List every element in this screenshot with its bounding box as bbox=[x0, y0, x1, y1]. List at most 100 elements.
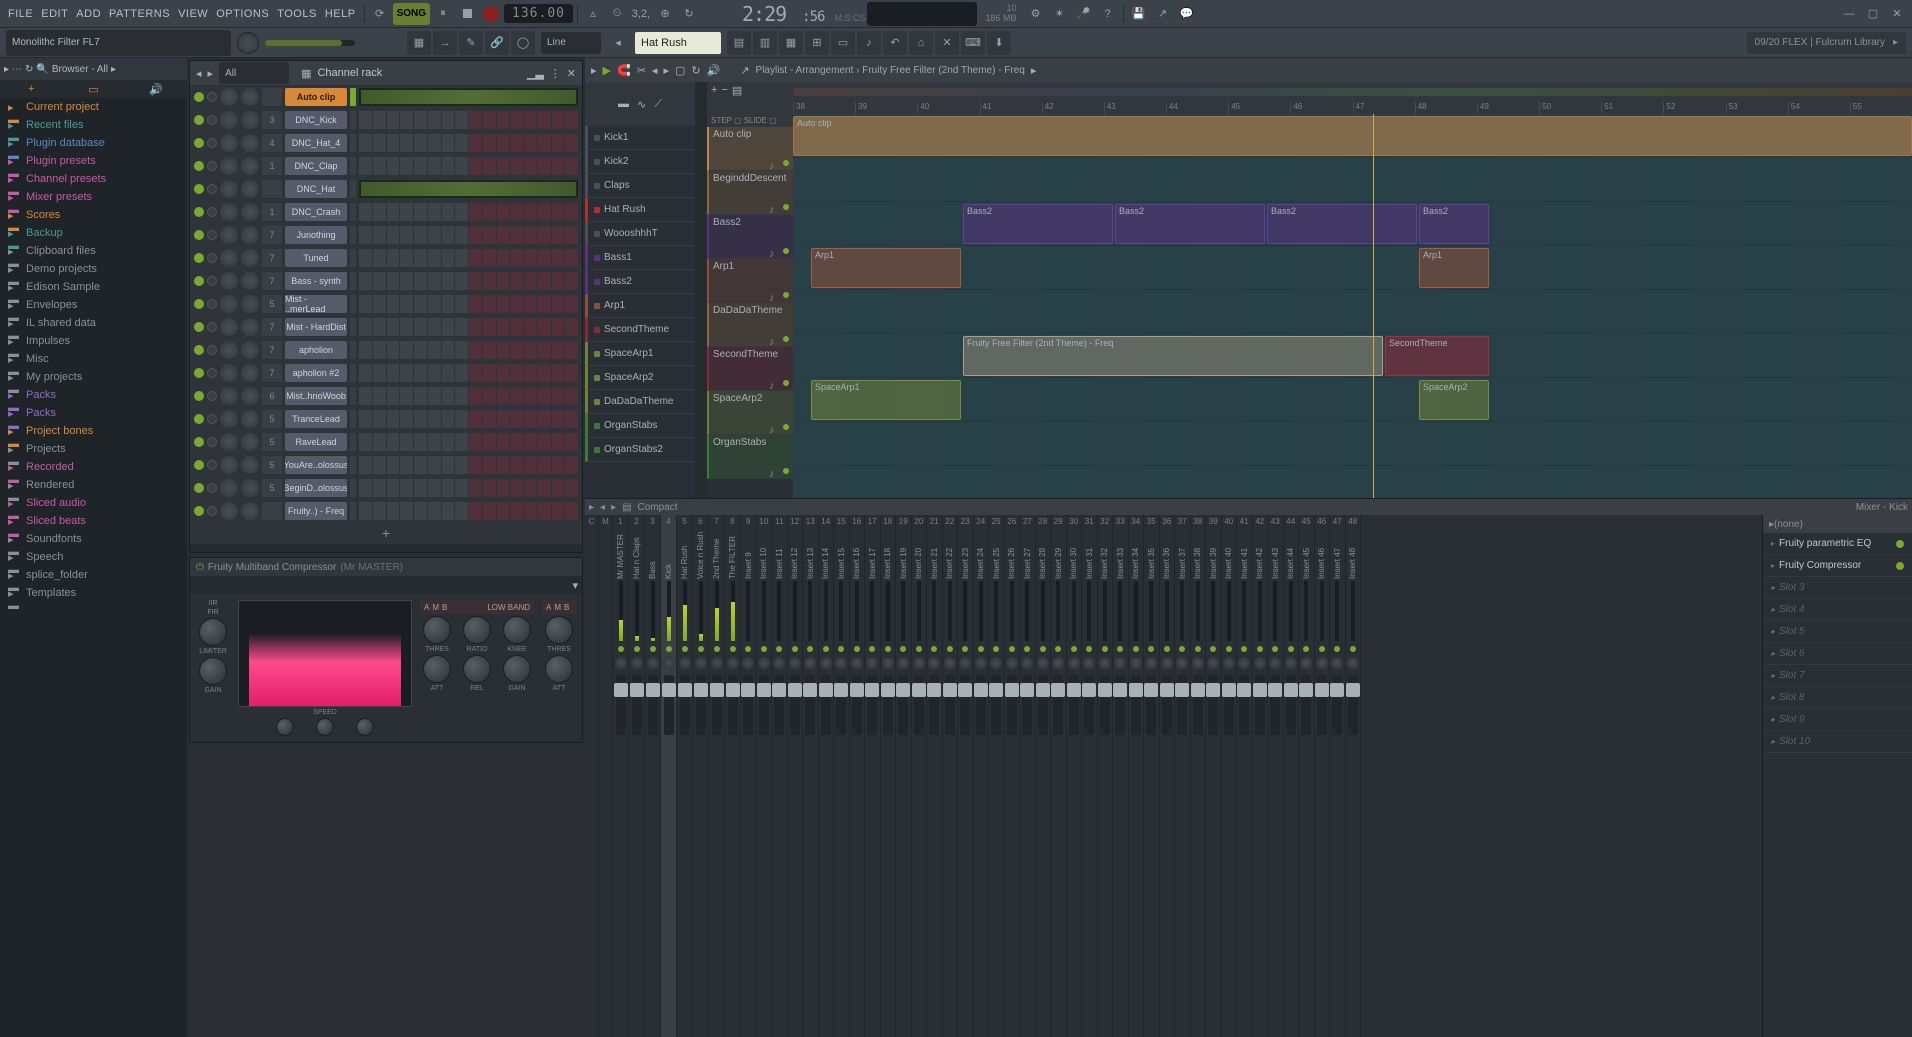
strip-led[interactable] bbox=[1257, 646, 1263, 652]
fx-slot[interactable]: ▸Slot 9 bbox=[1763, 709, 1912, 731]
step[interactable] bbox=[442, 364, 455, 382]
clip-space2[interactable]: SpaceArp2 bbox=[1419, 380, 1489, 420]
limiter-knob[interactable] bbox=[199, 618, 227, 646]
step[interactable] bbox=[483, 502, 496, 520]
step[interactable] bbox=[373, 295, 386, 313]
clip-space1[interactable]: SpaceArp1 bbox=[811, 380, 961, 420]
ruler-tick[interactable]: 53 bbox=[1726, 102, 1788, 114]
pl-view-3[interactable]: ⟋ bbox=[654, 98, 662, 111]
browser-item[interactable]: ▸ ▬Packs bbox=[0, 386, 187, 404]
playlist-icon[interactable]: ▦ bbox=[407, 31, 431, 55]
channel-name[interactable]: Tuned bbox=[285, 249, 347, 267]
step[interactable] bbox=[414, 318, 427, 336]
channel-select[interactable] bbox=[350, 111, 356, 129]
step[interactable] bbox=[455, 272, 468, 290]
strip-pan[interactable] bbox=[1207, 657, 1219, 669]
channel-route[interactable]: 5 bbox=[262, 456, 282, 474]
step[interactable] bbox=[552, 341, 565, 359]
pl-tool2-icon[interactable]: ▸ bbox=[663, 64, 669, 77]
step[interactable] bbox=[387, 456, 400, 474]
channel-route[interactable]: 4 bbox=[262, 134, 282, 152]
channel-vol[interactable] bbox=[241, 226, 259, 244]
channel-row[interactable]: 7Bass - synth bbox=[190, 269, 582, 292]
fx-slot[interactable]: ▸Slot 7 bbox=[1763, 665, 1912, 687]
channel-mute[interactable] bbox=[207, 92, 217, 102]
strip-fader[interactable] bbox=[867, 675, 877, 735]
browser-item[interactable]: ▸ ▬Scores bbox=[0, 206, 187, 224]
step[interactable] bbox=[359, 479, 372, 497]
step[interactable] bbox=[497, 433, 510, 451]
strip-led[interactable] bbox=[1319, 646, 1325, 652]
strip-pan[interactable] bbox=[897, 657, 909, 669]
channel-pan[interactable] bbox=[220, 479, 238, 497]
strip-pan[interactable] bbox=[804, 657, 816, 669]
step[interactable] bbox=[400, 157, 413, 175]
step[interactable] bbox=[400, 318, 413, 336]
step[interactable] bbox=[538, 456, 551, 474]
step[interactable] bbox=[428, 341, 441, 359]
step[interactable] bbox=[565, 456, 578, 474]
mixer-strip[interactable]: 36Insert 36 bbox=[1160, 515, 1176, 1037]
strip-fader[interactable] bbox=[790, 675, 800, 735]
channel-name[interactable]: apholion bbox=[285, 341, 347, 359]
step[interactable] bbox=[538, 341, 551, 359]
step[interactable] bbox=[497, 249, 510, 267]
step[interactable] bbox=[469, 456, 482, 474]
step[interactable] bbox=[565, 387, 578, 405]
strip-fader[interactable] bbox=[1177, 675, 1187, 735]
strip-led[interactable] bbox=[634, 646, 640, 652]
strip-fader[interactable] bbox=[759, 675, 769, 735]
strip-pan[interactable] bbox=[1145, 657, 1157, 669]
strip-led[interactable] bbox=[978, 646, 984, 652]
channel-mute[interactable] bbox=[207, 230, 217, 240]
channel-mute[interactable] bbox=[207, 368, 217, 378]
channel-led[interactable] bbox=[194, 368, 204, 378]
step[interactable] bbox=[428, 249, 441, 267]
step[interactable] bbox=[469, 479, 482, 497]
browser-item[interactable]: ▸ ▬Soundfonts bbox=[0, 530, 187, 548]
channel-mute[interactable] bbox=[207, 115, 217, 125]
channel-pan[interactable] bbox=[220, 88, 238, 106]
export-icon[interactable]: ↗ bbox=[1152, 3, 1174, 25]
strip-fader[interactable] bbox=[680, 675, 690, 735]
pl-view-1[interactable]: ▬ bbox=[618, 98, 629, 110]
mixer-strip[interactable]: 12Insert 12 bbox=[788, 515, 804, 1037]
step[interactable] bbox=[510, 341, 523, 359]
step[interactable] bbox=[538, 272, 551, 290]
step[interactable] bbox=[373, 479, 386, 497]
playlist-track[interactable]: DaDaDaTheme bbox=[585, 390, 695, 414]
step[interactable] bbox=[469, 433, 482, 451]
channel-name[interactable]: DNC_Hat bbox=[285, 180, 347, 198]
clip-preview[interactable]: BeginddDescent♪ bbox=[707, 171, 793, 215]
channel-vol[interactable] bbox=[241, 88, 259, 106]
step[interactable] bbox=[469, 341, 482, 359]
pl-tool5-icon[interactable]: 🔊 bbox=[707, 64, 721, 77]
strip-pan[interactable] bbox=[959, 657, 971, 669]
playlist-ruler[interactable]: 383940414243444546474849505152535455 bbox=[793, 102, 1912, 114]
strip-led[interactable] bbox=[1102, 646, 1108, 652]
strip-pan[interactable] bbox=[1254, 657, 1266, 669]
step[interactable] bbox=[524, 502, 537, 520]
playlist-track[interactable]: Arp1 bbox=[585, 294, 695, 318]
wait-icon[interactable]: ⏲ bbox=[606, 3, 628, 25]
step[interactable] bbox=[524, 479, 537, 497]
playlist-track[interactable]: Bass1 bbox=[585, 246, 695, 270]
pl-magnet-icon[interactable]: 🧲 bbox=[617, 64, 631, 77]
channel-row[interactable]: 7Mist - HardDist bbox=[190, 315, 582, 338]
strip-pan[interactable] bbox=[711, 657, 723, 669]
strip-fader[interactable] bbox=[1270, 675, 1280, 735]
channel-name[interactable]: DNC_Hat_4 bbox=[285, 134, 347, 152]
audio-icon[interactable]: ✶ bbox=[1049, 3, 1071, 25]
step[interactable] bbox=[538, 249, 551, 267]
strip-pan[interactable] bbox=[773, 657, 785, 669]
clip-bass2-2[interactable]: Bass2 bbox=[1115, 204, 1265, 244]
strip-pan[interactable] bbox=[1223, 657, 1235, 669]
step[interactable] bbox=[497, 134, 510, 152]
cr-scrollbar[interactable] bbox=[190, 544, 582, 552]
channel-select[interactable] bbox=[350, 502, 356, 520]
mixer-strip[interactable]: 47Insert 47 bbox=[1330, 515, 1346, 1037]
step[interactable] bbox=[359, 295, 372, 313]
browser-item[interactable]: ▸ ▬Sliced beats bbox=[0, 512, 187, 530]
strip-led[interactable] bbox=[1086, 646, 1092, 652]
menu-patterns[interactable]: PATTERNS bbox=[105, 6, 174, 22]
